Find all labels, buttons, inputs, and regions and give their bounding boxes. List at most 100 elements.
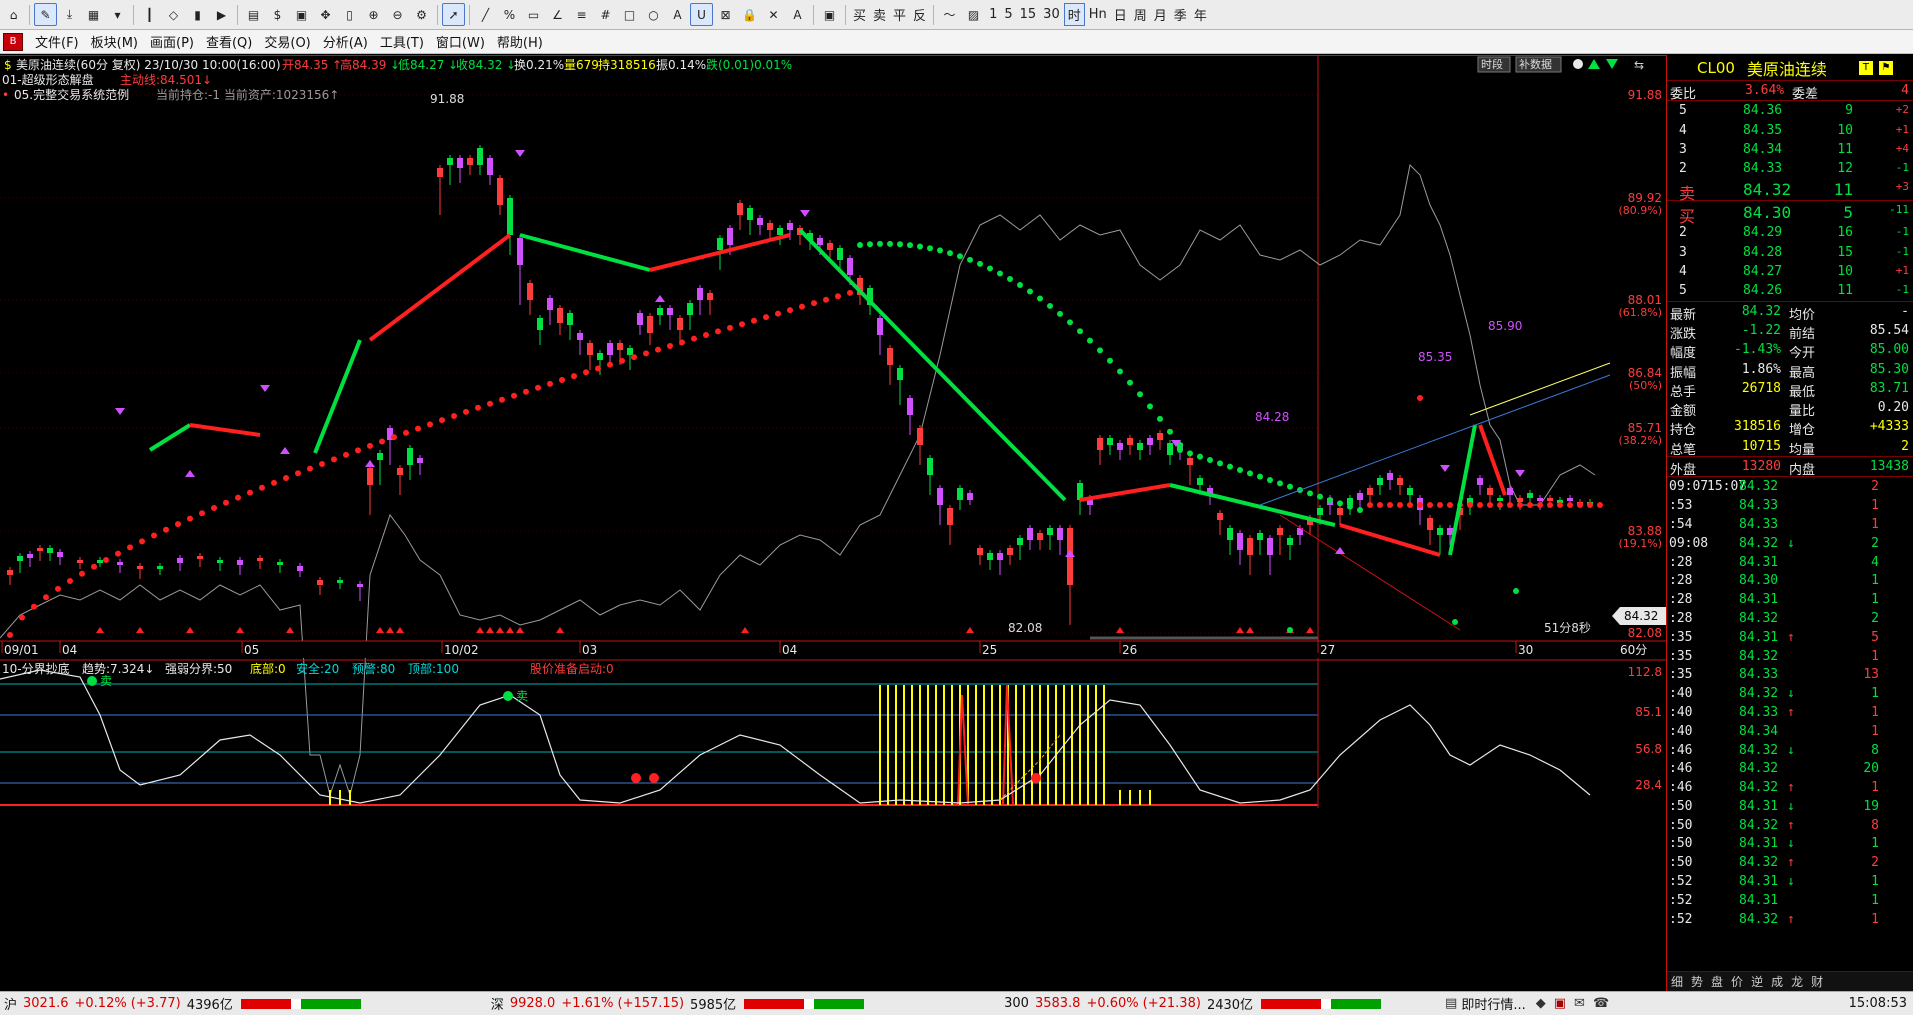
chart-line-icon[interactable]: 〜 xyxy=(938,3,961,26)
tick-row[interactable]: :35 84.33 13 xyxy=(1667,665,1913,684)
rect-icon[interactable]: □ xyxy=(618,3,641,26)
trade-button[interactable]: 卖 xyxy=(870,3,889,26)
angle-icon[interactable]: ∠ xyxy=(546,3,569,26)
gear-icon[interactable]: ⚙ xyxy=(410,3,433,26)
menu-item[interactable]: 板块(M) xyxy=(85,32,144,51)
period-button[interactable]: Hn xyxy=(1086,3,1110,26)
period-button[interactable]: 日 xyxy=(1111,3,1130,26)
menu-item[interactable]: 交易(O) xyxy=(258,32,316,51)
trade-button[interactable]: 平 xyxy=(890,3,909,26)
grid-icon[interactable]: ▦ xyxy=(82,3,105,26)
slider-icon[interactable]: ▯ xyxy=(338,3,361,26)
tick-row[interactable]: :52 84.31 ↓ 1 xyxy=(1667,872,1913,891)
percent-icon[interactable]: % xyxy=(498,3,521,26)
tick-row[interactable]: :46 84.32 ↑ 1 xyxy=(1667,778,1913,797)
tool-icon-1[interactable]: ◆ xyxy=(1536,996,1546,1011)
menu-item[interactable]: 帮助(H) xyxy=(491,32,549,51)
tick-row[interactable]: 09:08 84.32 ↓ 2 xyxy=(1667,534,1913,553)
book-row[interactable]: 2 84.29 16 -1 xyxy=(1667,223,1913,242)
book-row[interactable]: 2 84.33 12 -1 xyxy=(1667,159,1913,178)
book-row[interactable]: 5 84.36 9 +2 xyxy=(1667,101,1913,120)
app-logo[interactable]: B xyxy=(3,32,23,51)
box-icon[interactable]: ▣ xyxy=(818,3,841,26)
tick-row[interactable]: :28 84.32 2 xyxy=(1667,609,1913,628)
candle-icon[interactable]: ▮ xyxy=(186,3,209,26)
book-row[interactable]: 4 84.35 10 +1 xyxy=(1667,121,1913,140)
tick-row[interactable]: :50 84.32 ↑ 2 xyxy=(1667,853,1913,872)
side-tab[interactable]: 价 xyxy=(1727,973,1747,990)
tick-row[interactable]: :35 84.31 ↑ 5 xyxy=(1667,628,1913,647)
book-row[interactable]: 4 84.27 10 +1 xyxy=(1667,262,1913,281)
tick-row[interactable]: :50 84.31 ↓ 19 xyxy=(1667,797,1913,816)
tool-icon-3[interactable]: ✉ xyxy=(1574,996,1585,1011)
zoom-in-icon[interactable]: ⊕ xyxy=(362,3,385,26)
tick-row[interactable]: :40 84.32 ↓ 1 xyxy=(1667,684,1913,703)
cross-icon[interactable]: ✥ xyxy=(314,3,337,26)
side-tab[interactable]: 逆 xyxy=(1747,973,1767,990)
fill-data-button[interactable]: 补数据 xyxy=(1515,56,1562,73)
grid-dropdown-icon[interactable]: ▾ xyxy=(106,3,129,26)
home-icon[interactable]: ⌂ xyxy=(2,3,25,26)
side-tab[interactable]: 势 xyxy=(1687,973,1707,990)
period-button[interactable]: 5 xyxy=(1001,3,1015,26)
draw-icon[interactable]: ✎ xyxy=(34,3,57,26)
period-button[interactable]: 15 xyxy=(1017,3,1040,26)
tool-icon-4[interactable]: ☎ xyxy=(1593,996,1609,1011)
flag-icon[interactable]: ⚑ xyxy=(1878,60,1893,75)
tick-row[interactable]: :40 84.33 ↑ 1 xyxy=(1667,703,1913,722)
tick-row[interactable]: :46 84.32 20 xyxy=(1667,759,1913,778)
menu-item[interactable]: 文件(F) xyxy=(29,32,85,51)
play-icon[interactable]: ▶ xyxy=(210,3,233,26)
menu-item[interactable]: 工具(T) xyxy=(374,32,430,51)
trade-button[interactable]: 反 xyxy=(910,3,929,26)
tick-row[interactable]: :50 84.32 ↑ 8 xyxy=(1667,816,1913,835)
side-tab[interactable]: 龙 xyxy=(1787,973,1807,990)
book-row[interactable]: 卖 84.32 11 +3 xyxy=(1667,178,1913,203)
calc-icon[interactable]: ▣ xyxy=(290,3,313,26)
bars-icon[interactable]: ┃ xyxy=(138,3,161,26)
menu-item[interactable]: 窗口(W) xyxy=(430,32,491,51)
tick-row[interactable]: :28 84.30 1 xyxy=(1667,571,1913,590)
download-icon[interactable]: ⤓ xyxy=(58,3,81,26)
menu-item[interactable]: 画面(P) xyxy=(144,32,200,51)
tick-row[interactable]: 09:07 15:07 84.32 2 xyxy=(1667,477,1913,496)
tick-row[interactable]: :35 84.32 1 xyxy=(1667,647,1913,666)
menu-item[interactable]: 分析(A) xyxy=(317,32,374,51)
dollar-icon[interactable]: $ xyxy=(266,3,289,26)
tool-icon-2[interactable]: ▣ xyxy=(1554,996,1566,1011)
side-tab[interactable]: 财 xyxy=(1807,973,1827,990)
t-icon[interactable]: T xyxy=(1858,60,1873,75)
chart-box-icon[interactable]: ▨ xyxy=(962,3,985,26)
book-row[interactable]: 3 84.34 11 +4 xyxy=(1667,140,1913,159)
side-tab[interactable]: 盘 xyxy=(1707,973,1727,990)
tick-row[interactable]: :46 84.32 ↓ 8 xyxy=(1667,741,1913,760)
zoom-out-icon[interactable]: ⊖ xyxy=(386,3,409,26)
diamond-icon[interactable]: ◇ xyxy=(162,3,185,26)
period-button[interactable]: 年 xyxy=(1191,3,1210,26)
period-button[interactable]: 1 xyxy=(986,3,1000,26)
circle-icon[interactable]: ○ xyxy=(642,3,665,26)
tick-row[interactable]: :28 84.31 4 xyxy=(1667,553,1913,572)
tick-row[interactable]: :54 84.33 1 xyxy=(1667,515,1913,534)
delete-icon[interactable]: ⊠ xyxy=(714,3,737,26)
menu-item[interactable]: 查看(Q) xyxy=(200,32,258,51)
line-icon[interactable]: ╱ xyxy=(474,3,497,26)
text-icon[interactable]: A xyxy=(666,3,689,26)
doc-icon[interactable]: ▤ xyxy=(242,3,265,26)
grid2-icon[interactable]: # xyxy=(594,3,617,26)
ruler-icon[interactable]: ▭ xyxy=(522,3,545,26)
tick-row[interactable]: :52 84.32 ↑ 1 xyxy=(1667,910,1913,929)
period-button[interactable]: 时 xyxy=(1063,3,1085,26)
period-button[interactable]: 季 xyxy=(1171,3,1190,26)
magnet-icon[interactable]: U xyxy=(690,3,713,26)
settings-icon[interactable] xyxy=(1573,59,1583,69)
tick-row[interactable]: :40 84.34 1 xyxy=(1667,722,1913,741)
trash-icon[interactable]: ✕ xyxy=(762,3,785,26)
period-button[interactable]: 30 xyxy=(1040,3,1063,26)
period-button[interactable]: 周 xyxy=(1131,3,1150,26)
fib-icon[interactable]: ≡ xyxy=(570,3,593,26)
tick-row[interactable]: :28 84.31 1 xyxy=(1667,590,1913,609)
trade-button[interactable]: 买 xyxy=(850,3,869,26)
tick-row[interactable]: :53 84.33 1 xyxy=(1667,496,1913,515)
lock-icon[interactable]: 🔒 xyxy=(738,3,761,26)
